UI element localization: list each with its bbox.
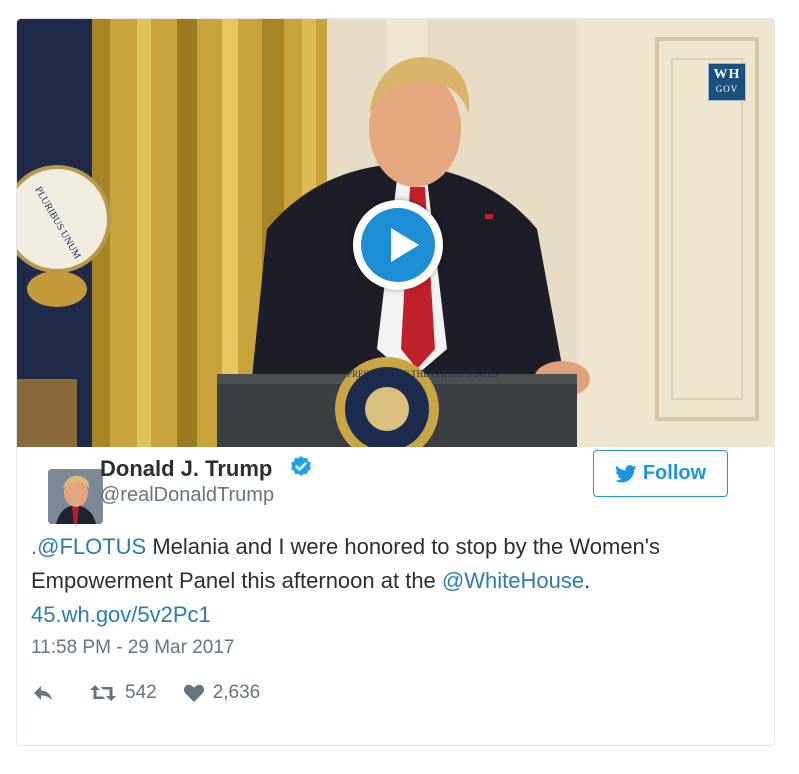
tweet-link[interactable]: 45.wh.gov/5v2Pc1 (31, 602, 211, 627)
heart-icon (183, 684, 204, 702)
follow-button[interactable]: Follow (593, 450, 728, 497)
avatar-image (48, 469, 103, 524)
video-thumbnail[interactable]: PLURIBUS UNUM PRESIDENT OF THE UNITED ST… (17, 19, 774, 447)
play-icon (391, 228, 419, 262)
follow-label: Follow (642, 462, 707, 484)
retweet-count: 542 (125, 682, 157, 703)
tweet-text-part1: Melania and I were honored to stop by th… (146, 534, 660, 559)
retweet-icon (90, 685, 116, 701)
watermark-line1: WH (713, 67, 741, 82)
mention-flotus[interactable]: .@FLOTUS (31, 534, 146, 559)
like-count: 2,636 (212, 682, 261, 703)
tweet-text-part3: . (584, 568, 591, 593)
tweet-line-2: Empowerment Panel this afternoon at the … (31, 564, 741, 598)
tweet-line-3: 45.wh.gov/5v2Pc1 (31, 598, 741, 632)
tweet-timestamp[interactable]: 11:58 PM - 29 Mar 2017 (31, 637, 234, 659)
like-button[interactable]: 2,636 (183, 682, 261, 704)
tweet-text: .@FLOTUS Melania and I were honored to s… (31, 530, 741, 632)
watermark-line2: GOV (715, 84, 739, 94)
play-button[interactable] (353, 200, 443, 290)
author-name[interactable]: Donald J. Trump (100, 456, 272, 482)
tweet-line-1: .@FLOTUS Melania and I were honored to s… (31, 530, 741, 564)
reply-icon (34, 686, 52, 700)
seal-text: PRESIDENT OF THE UNITED STATES (347, 369, 498, 379)
retweet-button[interactable]: 542 (89, 682, 157, 704)
reply-button[interactable] (31, 683, 55, 703)
mention-whitehouse[interactable]: @WhiteHouse (442, 568, 584, 593)
twitter-bird-icon (614, 464, 637, 482)
author-handle[interactable]: @realDonaldTrump (100, 484, 274, 507)
whitehouse-watermark: WH GOV (708, 63, 746, 101)
tweet-text-part2: Empowerment Panel this afternoon at the (31, 568, 442, 593)
avatar[interactable] (48, 469, 103, 524)
tweet-actions: 542 2,636 (31, 680, 260, 706)
verified-badge-icon (291, 456, 311, 476)
